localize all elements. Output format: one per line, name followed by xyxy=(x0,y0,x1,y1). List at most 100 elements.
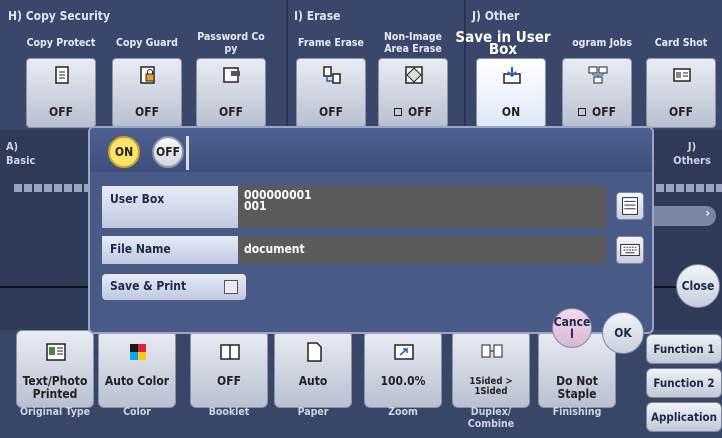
booklet-icon xyxy=(220,344,240,360)
finishing-value: Do Not Staple xyxy=(556,374,598,401)
func-program-jobs[interactable]: ogram Jobs OFF xyxy=(556,30,638,128)
close-button[interactable]: Close xyxy=(676,264,720,308)
func-label: Copy Guard xyxy=(116,37,178,49)
func-value: ON xyxy=(501,105,521,119)
duplex-label: Duplex/ Combine xyxy=(467,406,515,430)
frame-erase-button[interactable]: OFF xyxy=(296,58,366,128)
paper-value: Auto xyxy=(298,374,328,388)
func-label: Copy Protect xyxy=(26,37,96,49)
section-title-erase: I) Erase xyxy=(294,9,341,23)
booklet-value: OFF xyxy=(217,374,241,388)
ok-button[interactable]: OK xyxy=(602,312,644,354)
tab-basic-label: Basic xyxy=(6,154,36,167)
func-value: OFF xyxy=(49,105,73,119)
booklet-button[interactable]: OFF xyxy=(190,330,268,408)
section-title-other: J) Other xyxy=(472,9,520,23)
password-copy-icon xyxy=(223,67,240,83)
func-non-image-area-erase[interactable]: Non-Image Area Erase OFF xyxy=(372,30,454,128)
tab-basic-letter: A) xyxy=(6,140,19,153)
tab-basic[interactable]: A) Basic xyxy=(0,136,88,176)
func-copy-guard[interactable]: Copy Guard OFF xyxy=(106,30,188,128)
paper-label: Paper xyxy=(297,406,329,418)
func-value: OFF xyxy=(669,105,693,119)
user-box-field[interactable]: 000000001 001 xyxy=(238,186,606,228)
program-jobs-button[interactable]: OFF xyxy=(562,58,632,128)
document-icon xyxy=(55,66,69,84)
off-toggle[interactable]: OFF xyxy=(152,136,184,168)
card-shot-button[interactable]: OFF xyxy=(646,58,716,128)
zoom-label: Zoom xyxy=(388,406,418,418)
list-icon xyxy=(622,197,638,215)
frame-erase-icon xyxy=(323,66,341,84)
zoom-button[interactable]: 100.0% xyxy=(364,330,442,408)
cancel-button[interactable]: Cance l xyxy=(552,308,592,348)
application-button[interactable]: Application xyxy=(646,402,722,432)
func-label: Frame Erase xyxy=(298,37,364,49)
func-copy-protect[interactable]: Copy Protect OFF xyxy=(20,30,102,128)
program-jobs-icon xyxy=(588,66,608,84)
original-type-label: Original Type xyxy=(19,406,91,418)
text-photo-icon xyxy=(46,343,66,361)
divider xyxy=(464,0,466,130)
user-box-label: User Box xyxy=(102,186,238,228)
color-button[interactable]: Auto Color xyxy=(98,330,176,408)
user-box-save-icon xyxy=(503,67,521,84)
on-toggle[interactable]: ON xyxy=(108,136,140,168)
func-value-text: OFF xyxy=(592,105,616,119)
func-password-copy[interactable]: Password Co py OFF xyxy=(190,30,272,128)
scroll-indicator xyxy=(14,184,88,192)
scroll-indicator xyxy=(656,184,722,192)
color-blocks-icon xyxy=(130,344,146,360)
func-value: OFF xyxy=(219,105,243,119)
func-save-in-user-box[interactable]: Save in User Box ON xyxy=(455,30,552,128)
func-card-shot[interactable]: Card Shot OFF xyxy=(640,30,722,128)
func-label: Password Co py xyxy=(197,31,265,55)
original-type-button[interactable]: Text/Photo Printed xyxy=(16,330,94,408)
diamond-erase-icon xyxy=(405,66,423,84)
func-value: OFF xyxy=(135,105,159,119)
user-box-list-button[interactable] xyxy=(616,192,644,220)
func-label: Non-Image Area Erase xyxy=(384,31,442,55)
save-in-user-box-button[interactable]: ON xyxy=(476,58,546,128)
duplex-value: 1Sided > 1Sided xyxy=(469,376,513,397)
file-name-field[interactable]: document xyxy=(238,236,606,264)
tab-others[interactable]: J) Others xyxy=(654,136,722,176)
original-type-value: Text/Photo Printed xyxy=(22,374,88,401)
user-box-number-secondary: 001 xyxy=(244,199,267,213)
color-value: Auto Color xyxy=(104,374,170,388)
section-title-copy-security: H) Copy Security xyxy=(8,9,110,23)
divider xyxy=(286,0,288,130)
func-label: ogram Jobs xyxy=(572,37,632,49)
scroll-right-arrow[interactable]: › xyxy=(654,206,716,226)
paper-icon xyxy=(307,342,322,362)
card-icon xyxy=(673,68,691,82)
copy-guard-button[interactable]: OFF xyxy=(112,58,182,128)
copy-protect-button[interactable]: OFF xyxy=(26,58,96,128)
keyboard-button[interactable] xyxy=(616,236,644,264)
func-value: OFF xyxy=(563,105,631,119)
tab-others-letter: J) xyxy=(687,140,697,153)
func-value: OFF xyxy=(319,105,343,119)
finishing-label: Finishing xyxy=(552,406,602,418)
function-1-button[interactable]: Function 1 xyxy=(646,334,722,364)
user-box-number: 000000001 xyxy=(244,188,312,202)
checkbox-icon xyxy=(394,108,403,116)
divider xyxy=(0,286,88,288)
file-name-label: File Name xyxy=(102,236,238,264)
save-in-user-box-dialog: ON OFF User Box 000000001 001 File Name … xyxy=(88,126,654,354)
func-frame-erase[interactable]: Frame Erase OFF xyxy=(290,30,372,128)
paper-button[interactable]: Auto xyxy=(274,330,352,408)
keyboard-icon xyxy=(620,243,640,257)
password-copy-button[interactable]: OFF xyxy=(196,58,266,128)
function-2-button[interactable]: Function 2 xyxy=(646,368,722,398)
tab-others-label: Others xyxy=(673,154,711,167)
save-print-button[interactable]: Save & Print xyxy=(102,274,246,300)
func-label: Card Shot xyxy=(654,37,708,49)
func-label-save-in-user-box: Save in User Box xyxy=(455,28,551,58)
save-print-label: Save & Print xyxy=(110,279,187,293)
checkbox-icon xyxy=(224,280,238,294)
duplex-button[interactable]: 1Sided > 1Sided xyxy=(452,330,530,408)
divider xyxy=(186,136,189,170)
non-image-area-erase-button[interactable]: OFF xyxy=(378,58,448,128)
duplex-icon xyxy=(481,344,503,358)
